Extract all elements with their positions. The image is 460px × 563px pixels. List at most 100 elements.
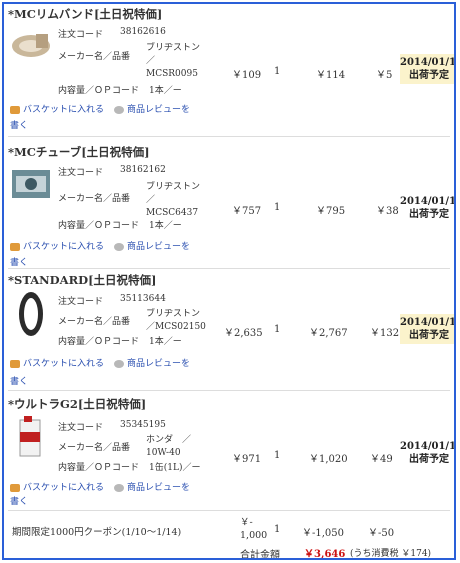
unit-price: ￥2,635 [224,328,263,339]
order-code-label: 注文コード [58,423,104,433]
coupon-row: 期間限定1000円クーポン(1/10〜1/14) ￥- 1,000 1 ￥-1,… [4,512,454,548]
review-icon [114,359,125,368]
ship-date-badge: 2014/01/14 出荷予定 [400,193,456,223]
quantity: 1 [274,66,281,77]
write-review-link-cont[interactable]: 書く [10,118,28,131]
maker-text: ブリヂストン ／MCS02150 [146,309,206,332]
item-title[interactable]: *MCリムバンド[土日祝特価] [8,6,162,22]
maker-label: メーカー名／品番 [58,194,131,204]
item-actions: バスケットに入れる 商品レビューを [10,102,190,115]
maker-text: ブリヂストン ／ MCSR0095 [146,43,201,79]
review-icon [114,105,125,114]
cart-item-1: *MCリムバンド[土日祝特価] 注文コード 38162616 メーカー名／品番 … [4,4,454,132]
volume-label: 内容量／ＯＰコード [58,221,140,231]
ship-date-badge: 2014/01/14 出荷予定 [400,54,456,84]
item-title[interactable]: *MCチューブ[土日祝特価] [8,144,150,160]
review-icon [114,483,125,492]
basket-icon [10,242,20,251]
cart-panel: *MCリムバンド[土日祝特価] 注文コード 38162616 メーカー名／品番 … [2,2,456,560]
write-review-link-cont[interactable]: 書く [10,494,28,507]
order-code: 38162162 [120,165,166,175]
tax: ￥49 [370,454,393,465]
order-code: 38162616 [120,27,166,37]
ship-date: 2014/01/14 [400,57,456,68]
add-to-basket-link[interactable]: バスケットに入れる [23,105,104,115]
maker-label: メーカー名／品番 [58,52,131,62]
write-review-link-cont[interactable]: 書く [10,255,28,268]
write-review-link[interactable]: 商品レビューを [127,359,190,369]
divider [8,510,450,511]
volume-text: 1缶(1L)／ー [149,463,201,473]
ship-date: 2014/01/14 [400,441,456,452]
rim-band-thumbnail[interactable] [10,26,52,62]
add-to-basket-link[interactable]: バスケットに入れる [23,483,104,493]
order-code-label: 注文コード [58,297,104,307]
cart-item-3: *STANDARD[土日祝特価] 注文コード 35113644 メーカー名／品番… [4,268,454,392]
divider [8,136,450,137]
volume-text: 1本／ー [149,221,182,231]
item-actions: バスケットに入れる 商品レビューを [10,356,190,369]
item-actions: バスケットに入れる 商品レビューを [10,239,190,252]
volume-label: 内容量／ＯＰコード [58,463,140,473]
coupon-quantity: 1 [274,524,281,535]
ship-date-badge: 2014/01/14 出荷予定 [400,438,456,468]
tax: ￥132 [370,328,400,339]
ship-status: 出荷予定 [409,209,449,220]
tax: ￥38 [376,206,399,217]
subtotal: ￥1,020 [309,454,348,465]
item-actions: バスケットに入れる 商品レビューを [10,480,190,493]
write-review-link[interactable]: 商品レビューを [127,105,190,115]
coupon-tax: ￥-50 [368,528,395,539]
quantity: 1 [274,202,281,213]
quantity: 1 [274,324,281,335]
maker-text: ブリヂストン ／ MCSC6437 [146,182,201,218]
tax: ￥5 [376,70,393,81]
subtotal: ￥2,767 [309,328,348,339]
coupon-label: 期間限定1000円クーポン(1/10〜1/14) [12,527,182,538]
subtotal: ￥114 [316,70,346,81]
volume-text: 1本／ー [149,86,182,96]
oil-can-thumbnail[interactable] [10,414,52,458]
add-to-basket-link[interactable]: バスケットに入れる [23,359,104,369]
maker-label: メーカー名／品番 [58,443,131,453]
ship-date-badge: 2014/01/14 出荷予定 [400,314,456,344]
tire-thumbnail[interactable] [10,290,52,338]
total-tax-note: (うち消費税 ￥174) [350,549,432,559]
volume-label: 内容量／ＯＰコード [58,337,140,347]
add-to-basket-link[interactable]: バスケットに入れる [23,242,104,252]
order-code-label: 注文コード [58,168,104,178]
maker-text: ホンダ ／ 10W-40 [146,435,192,458]
tube-package-thumbnail[interactable] [10,166,52,202]
ship-status: 出荷予定 [409,70,449,81]
order-code: 35113644 [120,294,166,304]
basket-icon [10,483,20,492]
volume-text: 1本／ー [149,337,182,347]
basket-icon [10,359,20,368]
volume-label: 内容量／ＯＰコード [58,86,140,96]
unit-price: ￥757 [232,206,262,217]
order-code-label: 注文コード [58,30,104,40]
order-code: 35345195 [120,420,166,430]
total-amount: ￥3,646 [304,549,346,560]
ship-status: 出荷予定 [409,454,449,465]
item-title[interactable]: *ウルトラG2[土日祝特価] [8,396,146,412]
cart-item-2: *MCチューブ[土日祝特価] 注文コード 38162162 メーカー名／品番 ブ… [4,140,456,268]
write-review-link[interactable]: 商品レビューを [127,483,190,493]
total-label: 合計金額 [240,550,280,560]
ship-status: 出荷予定 [409,330,449,341]
item-title[interactable]: *STANDARD[土日祝特価] [8,272,157,288]
cart-item-4: *ウルトラG2[土日祝特価] 注文コード 35345195 メーカー名／品番 ホ… [4,390,456,507]
subtotal: ￥795 [316,206,346,217]
maker-label: メーカー名／品番 [58,317,131,327]
ship-date: 2014/01/14 [400,196,456,207]
write-review-link[interactable]: 商品レビューを [127,242,190,252]
total-row: 合計金額 ￥3,646 (うち消費税 ￥174) [4,544,454,560]
write-review-link-cont[interactable]: 書く [10,374,28,387]
coupon-subtotal: ￥-1,050 [302,528,345,539]
basket-icon [10,105,20,114]
ship-date: 2014/01/14 [400,317,456,328]
review-icon [114,242,125,251]
unit-price: ￥971 [232,454,262,465]
unit-price: ￥109 [232,70,262,81]
quantity: 1 [274,450,281,461]
